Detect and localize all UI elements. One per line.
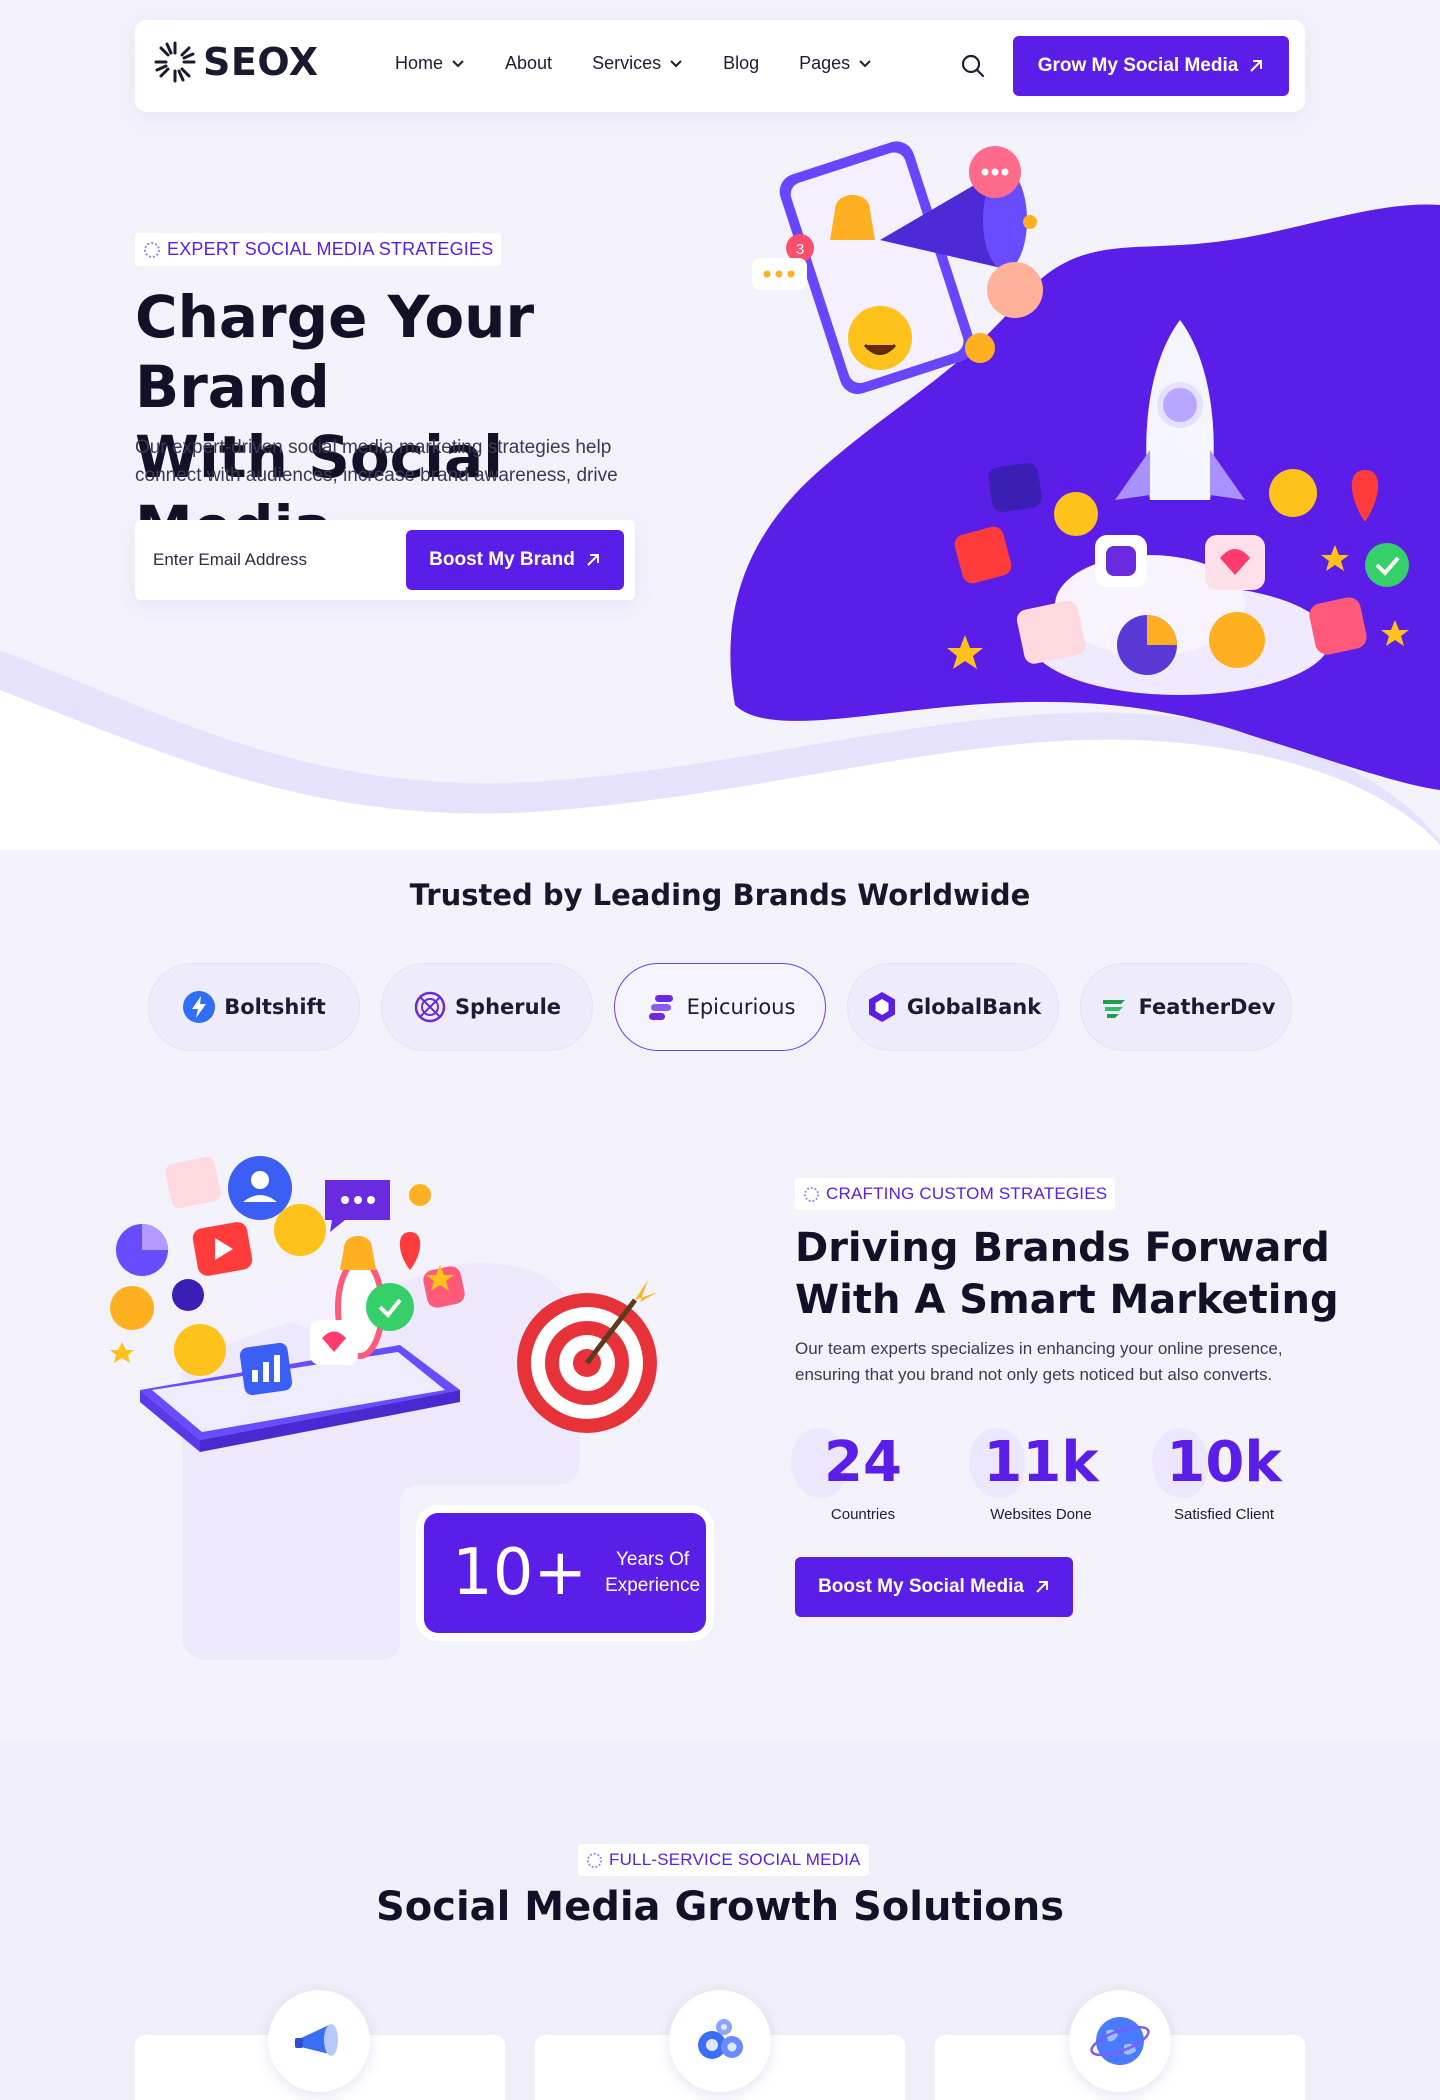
stat-label: Websites Done	[990, 1506, 1092, 1523]
sphere-icon	[414, 991, 446, 1023]
arrow-up-right-icon	[587, 554, 599, 566]
hexagon-icon	[868, 992, 895, 1022]
stat-websites: 11k Websites Done	[961, 1428, 1121, 1523]
experience-label-line2: Experience	[605, 1575, 701, 1596]
about-title-line1: Driving Brands Forward	[795, 1225, 1330, 1271]
about-title: Driving Brands Forward With A Smart Mark…	[795, 1222, 1355, 1326]
about-badge-text: CRAFTING CUSTOM STRATEGIES	[826, 1184, 1108, 1203]
service-icon-wrap	[268, 1990, 370, 2092]
hero-description: Our expert-driven social media marketing…	[135, 437, 618, 486]
brand-list: Boltshift Spherule Epicurious GlobalBank…	[148, 963, 1292, 1051]
boost-my-brand-button[interactable]: Boost My Brand	[406, 530, 624, 590]
trusted-brands-title: Trusted by Leading Brands Worldwide	[409, 878, 1031, 912]
brand-name: Spherule	[454, 995, 562, 1019]
services-badge: FULL-SERVICE SOCIAL MEDIA	[578, 1844, 869, 1876]
stat-label: Satisfied Client	[1173, 1506, 1275, 1523]
globe-icon	[1090, 2017, 1150, 2065]
brand-name: FeatherDev	[1138, 995, 1276, 1019]
experience-label-line1: Years Of	[615, 1549, 690, 1570]
experience-card: 10+ Years Of Experience	[424, 1513, 706, 1633]
boost-social-media-button[interactable]: Boost My Social Media	[795, 1557, 1073, 1617]
burst-icon	[586, 1852, 603, 1868]
brand-epicurious[interactable]: Epicurious	[614, 963, 826, 1051]
stat-value: 11k	[983, 1430, 1099, 1495]
stat-label: Countries	[830, 1506, 896, 1523]
hero-title-line1: Charge Your Brand	[135, 283, 535, 421]
burst-icon	[803, 1186, 820, 1202]
service-icon-wrap	[669, 1990, 771, 2092]
stat-value: 10k	[1166, 1430, 1282, 1495]
hero-badge: EXPERT SOCIAL MEDIA STRATEGIES	[135, 233, 502, 266]
services-title: Social Media Growth Solutions	[375, 1884, 1065, 1930]
gears-icon	[698, 2019, 743, 2059]
brand-spherule[interactable]: Spherule	[381, 963, 593, 1051]
stat-clients: 10k Satisfied Client	[1144, 1428, 1304, 1523]
button-label: Boost My Brand	[429, 549, 575, 570]
stack-icon	[648, 995, 673, 1020]
about-title-line2: With A Smart Marketing	[795, 1277, 1339, 1323]
brand-featherdev[interactable]: FeatherDev	[1080, 963, 1292, 1051]
email-input[interactable]	[153, 542, 393, 578]
feather-icon	[1102, 1000, 1125, 1018]
brand-name: Boltshift	[224, 995, 326, 1019]
stat-countries: 24 Countries	[783, 1428, 943, 1523]
brand-name: GlobalBank	[906, 995, 1042, 1019]
services-badge-text: FULL-SERVICE SOCIAL MEDIA	[609, 1850, 861, 1869]
service-icon-wrap	[1069, 1990, 1171, 2092]
experience-value: 10+	[452, 1536, 588, 1610]
button-label: Boost My Social Media	[818, 1576, 1024, 1597]
brand-name: Epicurious	[686, 995, 796, 1019]
about-badge: CRAFTING CUSTOM STRATEGIES	[795, 1178, 1116, 1210]
burst-icon	[144, 241, 160, 258]
about-description: Our team experts specializes in enhancin…	[795, 1339, 1283, 1384]
brand-globalbank[interactable]: GlobalBank	[847, 963, 1059, 1051]
notification-count: 3	[796, 241, 804, 258]
email-signup-form: Boost My Brand	[135, 520, 635, 600]
brand-boltshift[interactable]: Boltshift	[148, 963, 360, 1051]
megaphone-icon	[295, 2024, 338, 2056]
bolt-icon	[183, 991, 216, 1023]
stat-value: 24	[824, 1430, 902, 1495]
hero-badge-text: EXPERT SOCIAL MEDIA STRATEGIES	[167, 239, 494, 259]
arrow-up-right-icon	[1036, 1581, 1048, 1593]
experience-label: Years Of Experience	[605, 1547, 700, 1599]
